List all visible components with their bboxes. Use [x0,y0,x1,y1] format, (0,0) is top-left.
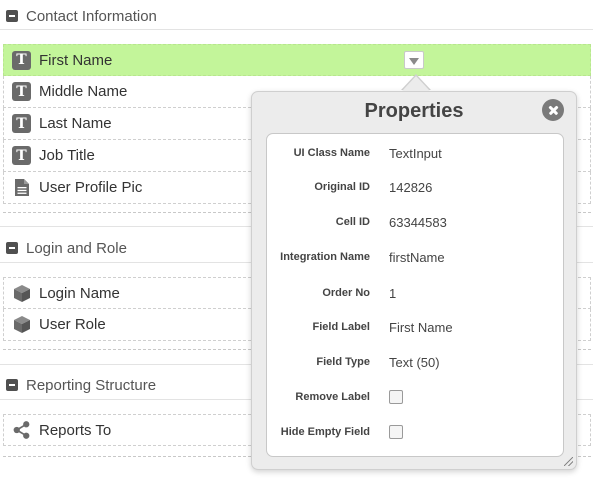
property-row: UI Class Name TextInput [267,138,563,168]
field-label: First Name [39,51,113,69]
section-header-contact[interactable]: Contact Information [6,5,157,27]
property-value: Text (50) [389,354,440,370]
cube-icon [12,315,31,334]
properties-popup: Properties UI Class Name TextInput Origi… [251,91,577,470]
properties-panel: UI Class Name TextInput Original ID 1428… [266,133,564,457]
property-label: UI Class Name [293,147,370,159]
property-label: Order No [322,287,370,299]
field-label: Reports To [39,421,112,439]
cube-icon [12,284,31,303]
property-row: Original ID 142826 [267,172,563,202]
property-label: Integration Name [280,251,370,263]
property-value: 63344583 [389,214,447,230]
resize-grip-icon[interactable] [564,457,573,466]
section-title: Reporting Structure [26,376,157,394]
collapse-icon[interactable] [6,379,18,391]
field-row-first-name[interactable]: T First Name [3,44,591,76]
field-options-dropdown-button[interactable] [404,51,424,69]
share-icon [12,421,31,440]
property-label: Cell ID [335,216,370,228]
text-field-icon: T [12,50,31,70]
hide-empty-field-checkbox[interactable] [389,425,403,439]
property-row: Field Type Text (50) [267,347,563,377]
field-label: Login Name [39,284,120,302]
property-row: Cell ID 63344583 [267,207,563,237]
property-row: Field Label First Name [267,312,563,342]
remove-label-checkbox[interactable] [389,390,403,404]
text-field-icon: T [12,114,31,133]
section-header-reporting[interactable]: Reporting Structure [6,374,156,396]
section-title: Contact Information [26,7,157,25]
field-label: Middle Name [39,83,128,100]
property-value: TextInput [389,145,442,161]
property-value: firstName [389,249,445,265]
property-value: 142826 [389,179,433,195]
property-value: 1 [389,285,397,301]
property-label: Hide Empty Field [280,426,370,438]
popup-title: Properties [364,100,464,122]
field-label: User Role [39,316,106,333]
text-field-icon: T [12,146,31,165]
close-icon[interactable] [542,99,564,121]
document-icon [12,178,31,197]
collapse-icon[interactable] [6,10,18,22]
form-designer: Contact Information T First Name T Middl… [0,0,593,478]
property-row: Order No 1 [267,278,563,308]
property-label: Remove Label [295,391,370,403]
popup-pointer [402,76,430,91]
property-row: Integration Name firstName [267,242,563,272]
property-row: Hide Empty Field [267,417,563,447]
text-field-icon: T [12,82,31,101]
property-label: Original ID [314,181,370,193]
property-label: Field Label [312,321,370,333]
property-row: Remove Label [267,382,563,412]
field-label: Last Name [39,115,112,132]
divider [0,29,593,30]
property-label: Field Type [316,356,370,368]
field-label: User Profile Pic [39,179,143,196]
field-label: Job Title [39,147,95,164]
section-title: Login and Role [26,239,127,257]
section-header-login[interactable]: Login and Role [6,237,127,259]
collapse-icon[interactable] [6,242,18,254]
property-value: First Name [389,319,453,335]
